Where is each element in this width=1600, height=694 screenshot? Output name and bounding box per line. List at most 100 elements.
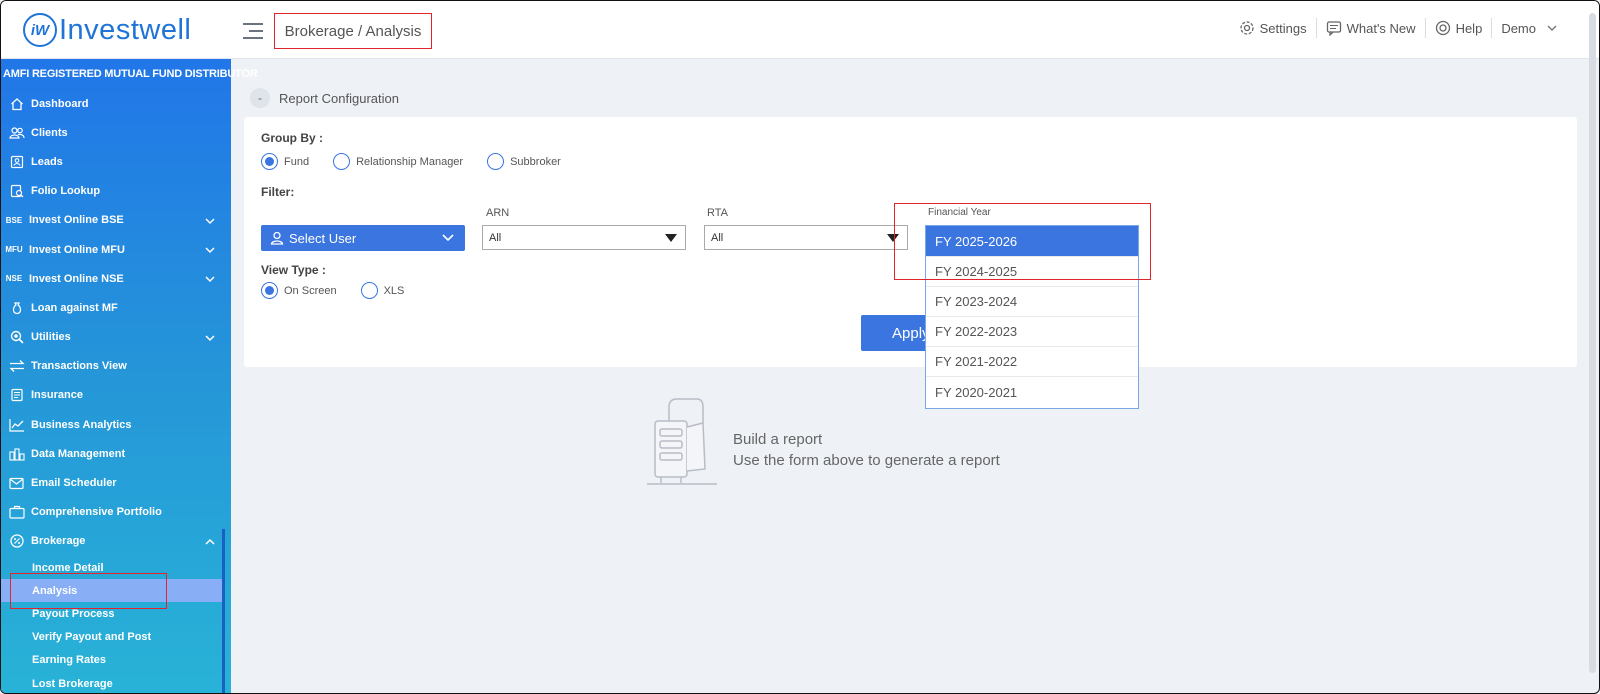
sidebar-item-comprehensive-portfolio[interactable]: Comprehensive Portfolio xyxy=(1,498,231,527)
radio-label: Relationship Manager xyxy=(356,155,464,168)
chevron-down-icon xyxy=(205,216,215,228)
sidebar-item-label: Brokerage xyxy=(31,535,86,548)
section-title: Report Configuration xyxy=(279,90,399,106)
dropdown-arrow-icon xyxy=(665,234,677,242)
users-icon xyxy=(9,125,25,141)
whats-new-link[interactable]: What's New xyxy=(1317,18,1426,38)
sidebar-item-label: Data Management xyxy=(31,447,126,460)
radio-on-screen[interactable]: On Screen xyxy=(261,282,337,299)
radio-circle[interactable] xyxy=(261,282,278,299)
logo[interactable]: iW Investwell xyxy=(23,13,191,47)
sidebar-title: AMFI REGISTERED MUTUAL FUND DISTRIBUTOR xyxy=(3,68,258,80)
lifebuoy-icon xyxy=(1435,20,1450,36)
select-user-button[interactable]: Select User xyxy=(261,225,465,251)
fy-option[interactable]: FY 2022-2023 xyxy=(926,317,1138,347)
sidebar-item-dashboard[interactable]: Dashboard xyxy=(1,89,231,118)
loan-icon xyxy=(9,300,25,316)
sidebar-item-utilities[interactable]: Utilities xyxy=(1,323,231,352)
rta-value: All xyxy=(711,231,724,244)
sidebar-item-invest-online-nse[interactable]: NSE Invest Online NSE xyxy=(1,264,231,293)
radio-circle[interactable] xyxy=(333,153,351,170)
highlight-box-analysis xyxy=(10,573,167,609)
analytics-icon xyxy=(9,417,25,433)
sidebar-item-label: Invest Online MFU xyxy=(29,243,125,256)
radio-fund[interactable]: Fund xyxy=(261,153,309,170)
sidebar-item-invest-online-mfu[interactable]: MFU Invest Online MFU xyxy=(1,235,231,264)
report-configuration-header[interactable]: - Report Configuration xyxy=(250,88,399,108)
sidebar-item-business-analytics[interactable]: Business Analytics xyxy=(1,410,231,439)
menu-toggle-icon[interactable] xyxy=(243,23,263,39)
settings-link[interactable]: Settings xyxy=(1230,18,1317,38)
sidebar-menu: Dashboard Clients Leads Folio Lookup BSE Inve… xyxy=(1,89,231,556)
email-icon xyxy=(9,475,25,491)
user-icon xyxy=(270,231,284,245)
mfu-badge-icon: MFU xyxy=(5,245,23,255)
radio-subbroker[interactable]: Subbroker xyxy=(487,153,561,170)
empty-state-text: Build a report Use the form above to gen… xyxy=(733,429,1000,471)
leads-icon xyxy=(9,154,25,170)
sidebar-item-clients[interactable]: Clients xyxy=(1,118,231,147)
portfolio-icon xyxy=(9,504,25,520)
submenu-item-lost-brokerage[interactable]: Lost Brokerage xyxy=(1,672,231,693)
gear-icon xyxy=(1239,21,1254,35)
sidebar-item-label: Dashboard xyxy=(31,97,89,110)
collapse-toggle[interactable]: - xyxy=(250,88,270,108)
sidebar-item-transactions-view[interactable]: Transactions View xyxy=(1,352,231,381)
breadcrumb: Brokerage / Analysis xyxy=(274,13,432,49)
sidebar-item-label: Email Scheduler xyxy=(31,477,117,490)
chevron-up-icon xyxy=(205,537,215,549)
sidebar-item-brokerage[interactable]: Brokerage xyxy=(1,527,231,556)
sidebar-scrollbar[interactable] xyxy=(222,529,225,693)
filter-label: Filter: xyxy=(261,185,295,199)
chevron-down-icon xyxy=(1547,25,1557,31)
chevron-down-icon xyxy=(205,245,215,257)
rta-select[interactable]: All xyxy=(704,225,908,250)
sidebar-item-label: Leads xyxy=(31,155,63,168)
sidebar-item-insurance[interactable]: Insurance xyxy=(1,381,231,410)
submenu-item-verify-payout-and-post[interactable]: Verify Payout and Post xyxy=(1,626,231,649)
sidebar-item-label: Loan against MF xyxy=(31,301,118,314)
fy-option[interactable]: FY 2020-2021 xyxy=(926,377,1138,407)
radio-label: Fund xyxy=(284,155,310,168)
sidebar-item-email-scheduler[interactable]: Email Scheduler xyxy=(1,468,231,497)
chevron-down-icon xyxy=(205,274,215,286)
transactions-icon xyxy=(9,358,25,374)
radio-circle[interactable] xyxy=(487,153,505,170)
sidebar-item-invest-online-bse[interactable]: BSE Invest Online BSE xyxy=(1,206,231,235)
help-link[interactable]: Help xyxy=(1426,18,1493,38)
group-by-radios: Fund Relationship Manager Subbroker xyxy=(261,153,585,170)
radio-xls[interactable]: XLS xyxy=(360,282,404,299)
user-menu[interactable]: Demo xyxy=(1492,18,1569,38)
percent-icon xyxy=(9,533,25,549)
fy-option[interactable]: FY 2023-2024 xyxy=(926,287,1138,317)
header-actions: Settings What's New Help Demo xyxy=(1230,18,1569,38)
page-scrollbar[interactable] xyxy=(1589,13,1596,673)
arn-label: ARN xyxy=(486,207,510,219)
sidebar-item-loan-against-mf[interactable]: Loan against MF xyxy=(1,293,231,322)
settings-label: Settings xyxy=(1259,20,1307,36)
radio-label: On Screen xyxy=(284,284,337,297)
logo-mark-icon: iW xyxy=(23,13,57,47)
rta-label: RTA xyxy=(707,207,728,219)
fy-option[interactable]: FY 2021-2022 xyxy=(926,347,1138,377)
user-name: Demo xyxy=(1501,20,1536,36)
sidebar-item-data-management[interactable]: Data Management xyxy=(1,439,231,468)
report-illustration-icon xyxy=(647,398,717,485)
arn-select[interactable]: All xyxy=(482,225,686,250)
insurance-icon xyxy=(9,387,25,403)
sidebar-item-leads[interactable]: Leads xyxy=(1,147,231,176)
radio-circle[interactable] xyxy=(261,153,278,170)
radio-circle[interactable] xyxy=(360,282,378,299)
group-by-label: Group By : xyxy=(261,131,323,145)
sidebar-item-label: Clients xyxy=(31,126,68,139)
sidebar-item-folio-lookup[interactable]: Folio Lookup xyxy=(1,177,231,206)
sidebar-item-label: Business Analytics xyxy=(31,418,132,431)
folio-lookup-icon xyxy=(9,183,25,199)
app-window: iW Investwell Brokerage / Analysis Setti… xyxy=(0,0,1600,694)
nse-badge-icon: NSE xyxy=(5,274,23,284)
sidebar-item-label: Transactions View xyxy=(31,360,127,373)
radio-label: Subbroker xyxy=(510,155,561,168)
sidebar-item-label: Comprehensive Portfolio xyxy=(31,506,162,519)
radio-relationship-manager[interactable]: Relationship Manager xyxy=(333,153,463,170)
submenu-item-earning-rates[interactable]: Earning Rates xyxy=(1,649,231,672)
